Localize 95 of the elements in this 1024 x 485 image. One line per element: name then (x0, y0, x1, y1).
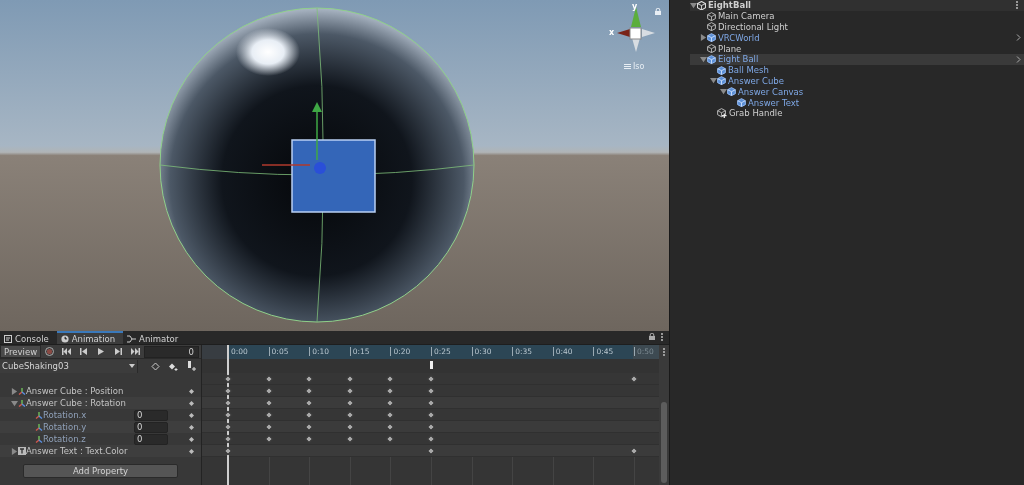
axes-icon (35, 411, 43, 419)
add-property-button[interactable]: Add Property (23, 464, 178, 478)
hierarchy-item[interactable]: Answer Canvas (690, 86, 1024, 98)
skip-end-icon (130, 348, 140, 355)
diamond-plus-icon (168, 361, 178, 371)
axis-label: y (632, 2, 638, 11)
state-graph-icon (127, 334, 137, 343)
preview-button[interactable]: Preview (0, 345, 42, 358)
chevron-right-icon[interactable] (1016, 34, 1021, 42)
collapsed-arrow-icon[interactable] (11, 447, 18, 455)
axes-icon (35, 423, 43, 431)
expanded-arrow-icon[interactable] (690, 1, 697, 9)
caret-icon (129, 364, 135, 368)
collapsed-arrow-icon[interactable] (700, 34, 707, 42)
property-label: Rotation.y (43, 422, 87, 432)
clock-icon (60, 334, 69, 343)
cube-icon (707, 54, 716, 64)
cube-icon (737, 98, 746, 108)
diamond-icon (150, 361, 160, 371)
keyframe-diamond-icon[interactable] (189, 389, 194, 394)
axis-label: x (609, 28, 615, 37)
cube-icon (717, 76, 726, 86)
property-label: Rotation.x (43, 410, 87, 420)
panel-tab[interactable]: Animator (123, 331, 187, 344)
event-plus-icon (186, 361, 196, 371)
hierarchy-label: Answer Text (748, 97, 800, 108)
hierarchy-item[interactable]: VRCWorld (690, 32, 1024, 44)
hierarchy-item[interactable]: Grab Handle (690, 107, 1024, 119)
property-label: Answer Cube : Position (26, 386, 124, 396)
keyframe-marker[interactable] (345, 410, 355, 419)
cube-icon (717, 65, 726, 75)
step-forward-icon (114, 348, 122, 355)
hierarchy-item[interactable]: Plane (690, 43, 1024, 54)
scrollbar[interactable] (659, 345, 669, 485)
clip-dropdown[interactable]: CubeShaking03 (0, 359, 138, 373)
keyframe-diamond-icon[interactable] (189, 401, 194, 406)
cube-plus-icon (717, 108, 727, 119)
hierarchy-item[interactable]: Answer Text (690, 97, 1024, 108)
keyframe-marker[interactable] (426, 374, 436, 383)
cube-icon (727, 87, 736, 97)
expanded-arrow-icon[interactable] (700, 55, 707, 63)
keyframe-diamond-icon[interactable] (189, 425, 194, 430)
axes-icon (18, 399, 26, 407)
property-label: Rotation.z (43, 434, 86, 444)
lock-icon[interactable] (649, 333, 655, 340)
panel-tab[interactable]: Console (0, 331, 57, 344)
keyframe-diamond-icon[interactable] (189, 437, 194, 442)
skip-start-icon (62, 348, 72, 355)
axes-icon (35, 435, 43, 443)
record-icon (45, 347, 55, 356)
axes-icon (18, 387, 26, 395)
hierarchy-item[interactable]: Ball Mesh (690, 64, 1024, 76)
hierarchy-label: Ball Mesh (728, 65, 769, 76)
projection-icon (624, 64, 631, 69)
cube-icon (707, 33, 716, 43)
scene-header[interactable]: EightBall (690, 0, 1024, 11)
cube-icon (707, 44, 716, 54)
hierarchy-item[interactable]: Answer Cube (690, 75, 1024, 87)
collapsed-arrow-icon[interactable] (11, 387, 18, 395)
cube-icon (707, 22, 716, 32)
property-label: Answer Text : Text.Color (26, 446, 128, 456)
value-field[interactable]: 0 (134, 433, 168, 445)
cube-icon (707, 11, 716, 21)
value-field[interactable]: 0 (134, 421, 168, 433)
hierarchy-label: Directional Light (718, 22, 788, 32)
panel-tab[interactable]: Animation (56, 331, 124, 344)
hierarchy-label: Answer Canvas (738, 86, 804, 97)
keyframe-diamond-icon[interactable] (189, 413, 194, 418)
step-back-icon (80, 348, 88, 355)
hierarchy-label: Grab Handle (729, 108, 783, 119)
event-marker[interactable] (430, 361, 433, 369)
value-field[interactable]: 0 (134, 409, 168, 421)
hierarchy-item[interactable]: Main Camera (690, 10, 1024, 22)
unity-logo-icon (697, 0, 706, 10)
hierarchy-label: Answer Cube (728, 75, 784, 86)
frame-field[interactable]: 0 (143, 345, 200, 358)
hierarchy-label: Eight Ball (718, 54, 759, 65)
expanded-arrow-icon[interactable] (11, 399, 18, 407)
hierarchy-label: VRCWorld (718, 32, 760, 43)
expanded-arrow-icon[interactable] (720, 88, 727, 96)
hierarchy-label: Main Camera (718, 11, 775, 22)
expanded-arrow-icon[interactable] (710, 77, 717, 85)
keyframe-marker[interactable] (386, 422, 395, 431)
keyframe-diamond-icon[interactable] (189, 449, 194, 454)
hierarchy-label: EightBall (708, 0, 751, 11)
hierarchy-label: Plane (718, 43, 742, 54)
play-icon (97, 348, 104, 355)
hierarchy-item[interactable]: Eight Ball (690, 54, 1024, 65)
console-icon (4, 334, 12, 343)
keyframe-marker[interactable] (304, 374, 314, 383)
keyframe-marker[interactable] (264, 410, 273, 419)
property-label: Answer Cube : Rotation (26, 398, 126, 408)
keyframe-marker[interactable] (386, 374, 395, 383)
keyframe-marker[interactable] (304, 434, 314, 443)
hierarchy-item[interactable]: Directional Light (690, 21, 1024, 33)
